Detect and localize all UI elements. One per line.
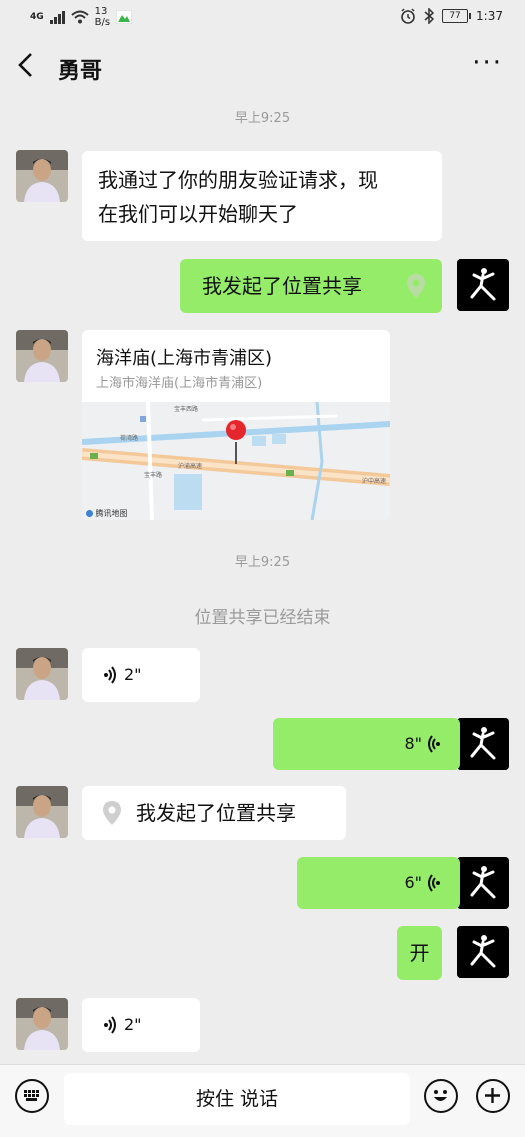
voice-wave-icon (428, 735, 440, 753)
voice-wave-icon (428, 874, 440, 892)
map-label: 宝丰路 (144, 472, 163, 479)
message-bubble[interactable]: 开 (397, 926, 442, 980)
input-bar: 按住 说话 (0, 1064, 525, 1137)
voice-wave-icon (104, 1016, 116, 1034)
battery-icon: 77 (442, 9, 472, 23)
message-text: 我发起了位置共享 (136, 801, 296, 825)
system-message: 位置共享已经结束 (194, 608, 331, 628)
person-photo (16, 330, 68, 382)
location-pin-icon (407, 274, 425, 298)
contact-avatar[interactable] (16, 998, 68, 1050)
battery-level: 77 (449, 11, 461, 21)
person-photo (16, 786, 68, 838)
voice-duration: 8" (404, 734, 422, 753)
map-roads (82, 401, 390, 520)
jumpman-logo (457, 718, 509, 770)
voice-duration: 6" (404, 873, 422, 892)
chat-header: 勇哥 ··· (0, 40, 525, 96)
voice-message-bubble[interactable]: 2" (82, 648, 200, 702)
voice-duration: 2" (124, 665, 142, 684)
location-title: 海洋庙(上海市青浦区) (96, 348, 273, 369)
network-speed-unit: B/s (94, 17, 111, 28)
person-photo (16, 648, 68, 700)
contact-avatar[interactable] (16, 150, 68, 202)
timestamp: 早上9:25 (234, 111, 291, 126)
network-type: 4G (30, 12, 44, 22)
jumpman-logo (457, 857, 509, 909)
status-bar: 4G 13 B/s 77 1:37 (0, 0, 525, 36)
map-watermark-text: 腾讯地图 (95, 509, 128, 518)
location-pin-icon (103, 801, 121, 825)
map-label: 沪渝高速 (178, 463, 203, 470)
person-photo (16, 998, 68, 1050)
message-text: 开 (409, 941, 430, 965)
app-notification-icon (116, 10, 133, 24)
voice-duration: 2" (124, 1015, 142, 1034)
more-functions-button[interactable] (476, 1079, 510, 1113)
clock: 1:37 (476, 9, 503, 23)
location-address: 上海市海洋庙(上海市青浦区) (96, 376, 263, 391)
message-text-line: 在我们可以开始聊天了 (98, 202, 298, 226)
my-avatar[interactable] (457, 259, 509, 311)
timestamp: 早上9:25 (234, 555, 291, 570)
signal-icon (49, 10, 65, 24)
contact-avatar[interactable] (16, 648, 68, 700)
bluetooth-icon (424, 8, 435, 24)
keyboard-toggle-button[interactable] (15, 1079, 49, 1113)
emoji-button[interactable] (424, 1079, 458, 1113)
voice-message-bubble[interactable]: 8" (273, 718, 460, 770)
tencent-map-icon (86, 510, 93, 517)
network-speed-value: 13 (94, 6, 108, 17)
smiley-icon (434, 1090, 447, 1101)
message-text-line: 我通过了你的朋友验证请求，现 (98, 168, 378, 192)
plus-icon (485, 1088, 500, 1103)
location-share-bubble[interactable]: 我发起了位置共享 (82, 786, 346, 840)
location-card[interactable]: 海洋庙(上海市青浦区) 上海市海洋庙(上海市青浦区) 宝丰西路 荷湾路 沪渝高速… (82, 330, 390, 520)
voice-message-bubble[interactable]: 6" (297, 857, 460, 909)
map-label: 宝丰西路 (174, 406, 199, 413)
wifi-icon (70, 10, 89, 24)
chevron-left-icon (18, 53, 32, 77)
my-avatar[interactable] (457, 718, 509, 770)
message-text: 我发起了位置共享 (202, 274, 362, 298)
voice-message-bubble[interactable]: 2" (82, 998, 200, 1052)
map-watermark: 腾讯地图 (86, 508, 128, 519)
map-label: 荷湾路 (120, 435, 139, 442)
person-photo (16, 150, 68, 202)
chat-title: 勇哥 (58, 58, 103, 84)
keyboard-icon (24, 1090, 39, 1101)
message-bubble[interactable]: 我通过了你的朋友验证请求，现 在我们可以开始聊天了 (82, 151, 442, 241)
back-button[interactable] (14, 50, 46, 82)
contact-avatar[interactable] (16, 786, 68, 838)
contact-avatar[interactable] (16, 330, 68, 382)
voice-wave-icon (104, 666, 116, 684)
jumpman-logo (457, 259, 509, 311)
alarm-icon (401, 8, 415, 24)
more-options-button[interactable]: ··· (472, 48, 503, 78)
my-avatar[interactable] (457, 857, 509, 909)
map-label: 沪中高速 (362, 478, 387, 485)
my-avatar[interactable] (457, 926, 509, 978)
map-preview: 宝丰西路 荷湾路 沪渝高速 宝丰路 沪中高速 腾讯地图 (82, 401, 390, 520)
location-share-bubble[interactable]: 我发起了位置共享 (180, 259, 442, 313)
hold-to-talk-button[interactable]: 按住 说话 (64, 1073, 410, 1125)
jumpman-logo (457, 926, 509, 978)
